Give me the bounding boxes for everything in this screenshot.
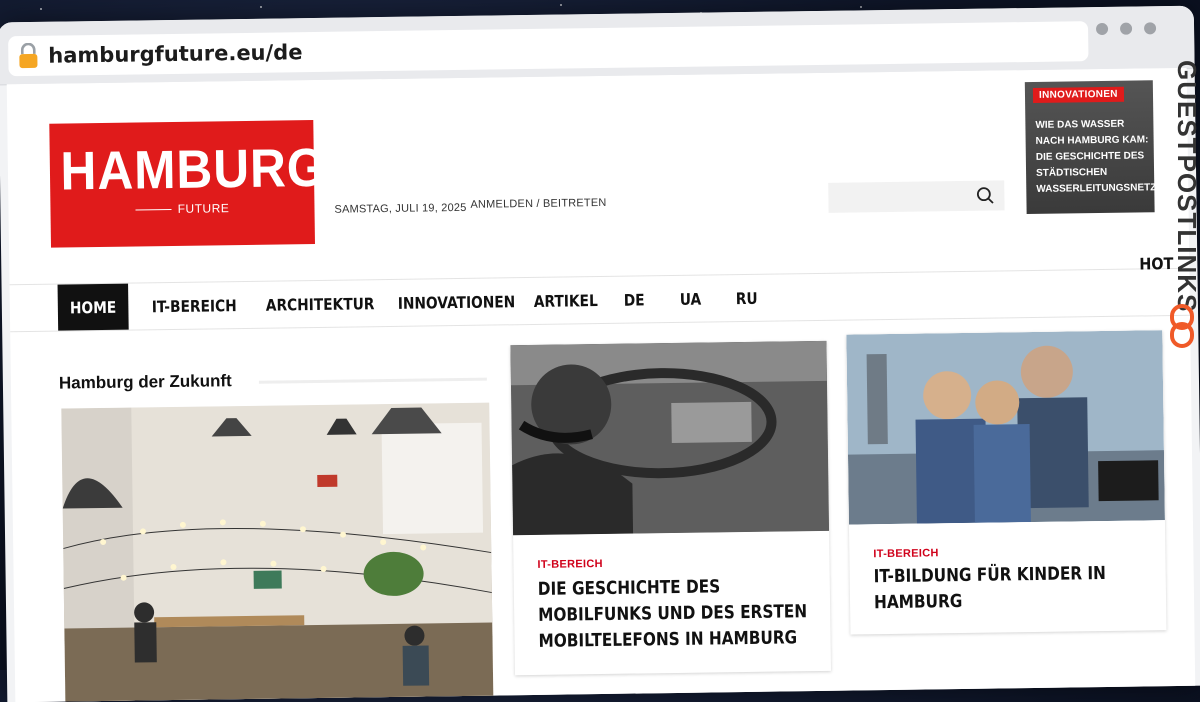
search-icon[interactable] <box>976 187 994 210</box>
nav-home[interactable]: HOME <box>57 283 129 331</box>
article-category[interactable]: IT-BEREICH <box>537 558 603 571</box>
web-page: HAMBURG FUTURE SAMSTAG, JULI 19, 2025 AN… <box>6 67 1196 702</box>
current-date: SAMSTAG, JULI 19, 2025 <box>334 201 467 216</box>
article-card[interactable]: IT-BEREICH IT-BILDUNG FÜR KINDER IN HAMB… <box>846 330 1167 635</box>
nav-ua[interactable]: UA <box>679 276 702 322</box>
watermark-brand: GUESTPOSTLINKS <box>1162 60 1200 360</box>
window-dot[interactable] <box>1095 22 1109 36</box>
logo-subtitle: FUTURE <box>50 200 314 218</box>
article-image[interactable] <box>846 330 1165 525</box>
link-icon <box>1168 304 1196 353</box>
nav-artikel[interactable]: ARTIKEL <box>533 277 598 324</box>
site-logo[interactable]: HAMBURG FUTURE <box>49 120 327 248</box>
logo-title: HAMBURG <box>60 137 327 202</box>
nav-architektur[interactable]: ARCHITEKTUR <box>266 280 375 328</box>
article-title[interactable]: IT-BILDUNG FÜR KINDER IN HAMBURG <box>874 561 1130 617</box>
promo-category[interactable]: INNOVATIONEN <box>1032 86 1124 103</box>
article-title[interactable]: DIE GESCHICHTE DES MOBILFUNKS UND DES ER… <box>538 573 811 655</box>
window-controls <box>1095 22 1157 36</box>
address-bar[interactable]: hamburgfuture.eu/de <box>8 21 1089 77</box>
login-link[interactable]: ANMELDEN / BEITRETEN <box>470 197 606 211</box>
window-dot[interactable] <box>1119 22 1133 35</box>
url-text[interactable]: hamburgfuture.eu/de <box>48 40 302 68</box>
hero-image[interactable] <box>61 402 494 702</box>
article-category[interactable]: IT-BEREICH <box>873 547 939 560</box>
section-heading: Hamburg der Zukunft <box>58 371 232 393</box>
search-input[interactable] <box>828 180 1005 213</box>
browser-window: hamburgfuture.eu/de HAMBURG FUTURE SAMST… <box>0 5 1200 702</box>
article-image[interactable] <box>510 340 830 536</box>
main-navigation: HOME IT-BEREICH ARCHITEKTUR INNOVATIONEN… <box>9 267 1191 333</box>
promo-article[interactable]: INNOVATIONEN WIE DAS WASSER NACH HAMBURG… <box>1024 80 1170 215</box>
promo-title[interactable]: WIE DAS WASSER NACH HAMBURG KAM: DIE GES… <box>1035 116 1169 198</box>
nav-de[interactable]: DE <box>623 276 645 322</box>
article-card[interactable]: IT-BEREICH DIE GESCHICHTE DES MOBILFUNKS… <box>510 340 832 676</box>
window-dot[interactable] <box>1143 22 1157 35</box>
nav-innovationen[interactable]: INNOVATIONEN <box>398 278 516 326</box>
nav-ru[interactable]: RU <box>735 275 758 321</box>
lock-icon <box>8 36 49 77</box>
nav-it-bereich[interactable]: IT-BEREICH <box>152 282 237 329</box>
section-divider <box>258 377 487 384</box>
